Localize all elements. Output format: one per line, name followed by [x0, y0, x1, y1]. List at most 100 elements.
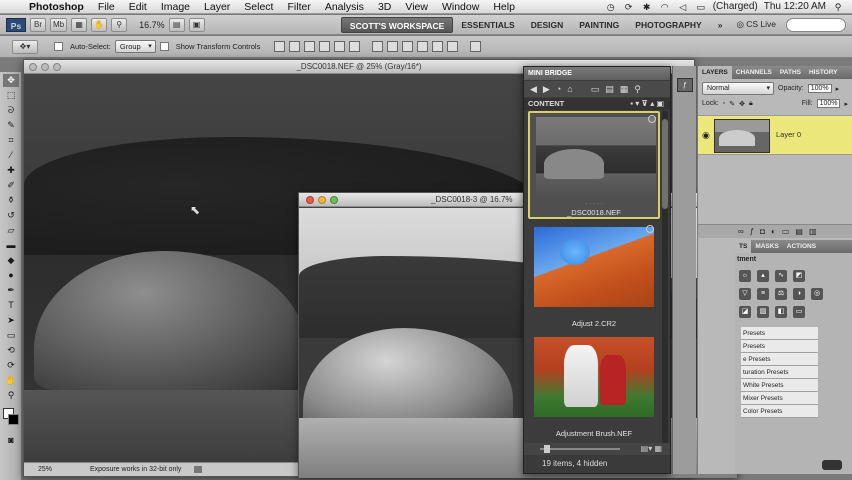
- launch-bridge-icon[interactable]: Br: [30, 17, 46, 32]
- menu-app-name[interactable]: Photoshop: [22, 1, 91, 13]
- zoom-window-icon[interactable]: [53, 63, 61, 71]
- threshold-icon[interactable]: ◧: [775, 306, 787, 318]
- opacity-field[interactable]: 100%: [807, 84, 832, 93]
- blur-tool-icon[interactable]: ◆: [3, 254, 19, 267]
- screen-mode-icon[interactable]: ▣: [188, 17, 205, 32]
- scroll-thumb[interactable]: [662, 119, 668, 209]
- quick-mask-icon[interactable]: ◙: [3, 434, 19, 447]
- vibrance-icon[interactable]: ▽: [739, 288, 751, 300]
- menu-window[interactable]: Window: [435, 1, 486, 13]
- align-left-icon[interactable]: [319, 41, 331, 52]
- distribute-hcenter-icon[interactable]: [432, 41, 444, 52]
- menu-filter[interactable]: Filter: [280, 1, 317, 13]
- thumbnail-size-slider[interactable]: ▤▾ ▦: [524, 443, 670, 455]
- slider-handle[interactable]: [544, 445, 550, 453]
- fill-field[interactable]: 100%: [816, 99, 841, 108]
- hand-tool-icon[interactable]: ✋: [3, 374, 19, 387]
- menu-analysis[interactable]: Analysis: [318, 1, 371, 13]
- adjustment-layer-icon[interactable]: ◐: [771, 227, 782, 236]
- delete-layer-icon[interactable]: ▥: [809, 227, 823, 236]
- zoom-window-icon[interactable]: [330, 196, 338, 204]
- lock-pixels-icon[interactable]: ✎: [729, 100, 735, 108]
- pen-tool-icon[interactable]: ✒: [3, 284, 19, 297]
- menu-image[interactable]: Image: [154, 1, 197, 13]
- show-transform-checkbox[interactable]: [159, 42, 169, 51]
- thumbnail-item[interactable]: Adjust 2.CR2: [528, 223, 660, 329]
- new-layer-icon[interactable]: ▤: [795, 227, 809, 236]
- brush-tool-icon[interactable]: ✐: [3, 179, 19, 192]
- preset-item[interactable]: White Presets: [741, 379, 818, 392]
- minimize-icon[interactable]: [318, 196, 326, 204]
- menu-edit[interactable]: Edit: [122, 1, 154, 13]
- forward-icon[interactable]: ▶: [543, 84, 550, 95]
- fill-arrow-icon[interactable]: ▸: [844, 100, 848, 108]
- arrange-documents-icon[interactable]: ▤: [168, 17, 185, 32]
- align-right-icon[interactable]: [349, 41, 361, 52]
- workspace-painting[interactable]: PAINTING: [571, 17, 627, 33]
- crop-tool-icon[interactable]: ⌗: [3, 134, 19, 147]
- workspace-essentials[interactable]: ESSENTIALS: [453, 17, 522, 33]
- dodge-tool-icon[interactable]: ●: [3, 269, 19, 282]
- tab-masks[interactable]: MASKS: [751, 240, 782, 253]
- type-tool-icon[interactable]: T: [3, 299, 19, 312]
- zoom-tool-icon[interactable]: ⚲: [111, 17, 128, 32]
- auto-align-icon[interactable]: [470, 41, 482, 52]
- distribute-right-icon[interactable]: [447, 41, 459, 52]
- tab-history[interactable]: HISTORY: [805, 66, 842, 79]
- shape-tool-icon[interactable]: ▭: [3, 329, 19, 342]
- new-group-icon[interactable]: ▭: [782, 227, 796, 236]
- invert-icon[interactable]: ◪: [739, 306, 751, 318]
- lock-transparent-icon[interactable]: ▫: [723, 100, 725, 107]
- cs-live-button[interactable]: ◎ CS Live: [736, 19, 776, 30]
- preset-item[interactable]: turation Presets: [741, 366, 818, 379]
- search-icon[interactable]: ⚲: [634, 84, 641, 95]
- menu-view[interactable]: View: [398, 1, 435, 13]
- preset-item[interactable]: Presets: [741, 340, 818, 353]
- gradient-map-icon[interactable]: ▭: [793, 306, 805, 318]
- preset-item[interactable]: e Presets: [741, 353, 818, 366]
- timemachine-icon[interactable]: ◷: [605, 2, 617, 12]
- layer-style-icon[interactable]: ƒ: [750, 227, 760, 236]
- move-tool-preset-icon[interactable]: ✥▾: [12, 39, 38, 54]
- distribute-vcenter-icon[interactable]: [387, 41, 399, 52]
- blend-mode-dropdown[interactable]: Normal: [702, 82, 774, 95]
- workspace-scotts[interactable]: SCOTT'S WORKSPACE: [340, 16, 454, 33]
- tab-layers[interactable]: LAYERS: [698, 66, 732, 79]
- menu-3d[interactable]: 3D: [371, 1, 398, 13]
- launch-minibridge-icon[interactable]: Mb: [50, 17, 68, 32]
- gradient-tool-icon[interactable]: ▬: [3, 239, 19, 252]
- align-top-icon[interactable]: [274, 41, 286, 52]
- add-mask-icon[interactable]: ◘: [760, 227, 771, 236]
- align-vcenter-icon[interactable]: [289, 41, 301, 52]
- tab-adjustments[interactable]: TS: [735, 240, 752, 253]
- thumbnail-rating[interactable]: · · · · ·: [530, 201, 658, 207]
- bluetooth-icon[interactable]: ✱: [641, 2, 653, 12]
- move-tool-icon[interactable]: ✥: [3, 74, 19, 87]
- panel-icon-button[interactable]: ƒ: [677, 78, 693, 92]
- link-layers-icon[interactable]: ∞: [738, 227, 750, 236]
- curves-icon[interactable]: ∿: [775, 270, 787, 282]
- bw-icon[interactable]: ◑: [793, 288, 805, 300]
- menu-select[interactable]: Select: [237, 1, 280, 13]
- background-color[interactable]: [8, 414, 19, 425]
- thumbnail-item[interactable]: Adjustment Brush.NEF: [528, 333, 660, 441]
- eraser-tool-icon[interactable]: ▱: [3, 224, 19, 237]
- zoom-level[interactable]: 16.7%: [139, 20, 165, 30]
- sync-icon[interactable]: ⟳: [623, 2, 635, 12]
- lock-all-icon[interactable]: 🔒︎: [749, 100, 753, 108]
- view-extras-icon[interactable]: ▦: [71, 17, 88, 32]
- zoom-tool-icon[interactable]: ⚲: [3, 389, 19, 402]
- auto-select-checkbox[interactable]: [54, 42, 63, 51]
- mini-bridge-scrollbar[interactable]: [662, 111, 668, 451]
- exposure-icon[interactable]: ◩: [793, 270, 805, 282]
- status-arrow-icon[interactable]: [194, 466, 202, 473]
- color-balance-icon[interactable]: ⚖: [775, 288, 787, 300]
- layer-row[interactable]: ◉ Layer 0: [698, 115, 852, 155]
- minimize-icon[interactable]: [41, 63, 49, 71]
- thumbnail-item[interactable]: · · · · · _DSC0018.NEF: [528, 111, 660, 219]
- tab-channels[interactable]: CHANNELS: [732, 66, 776, 79]
- lock-position-icon[interactable]: ✥: [739, 100, 745, 108]
- filmstrip-icon[interactable]: ▦: [620, 84, 629, 95]
- battery-icon[interactable]: ▭: [695, 2, 707, 12]
- close-icon[interactable]: [306, 196, 314, 204]
